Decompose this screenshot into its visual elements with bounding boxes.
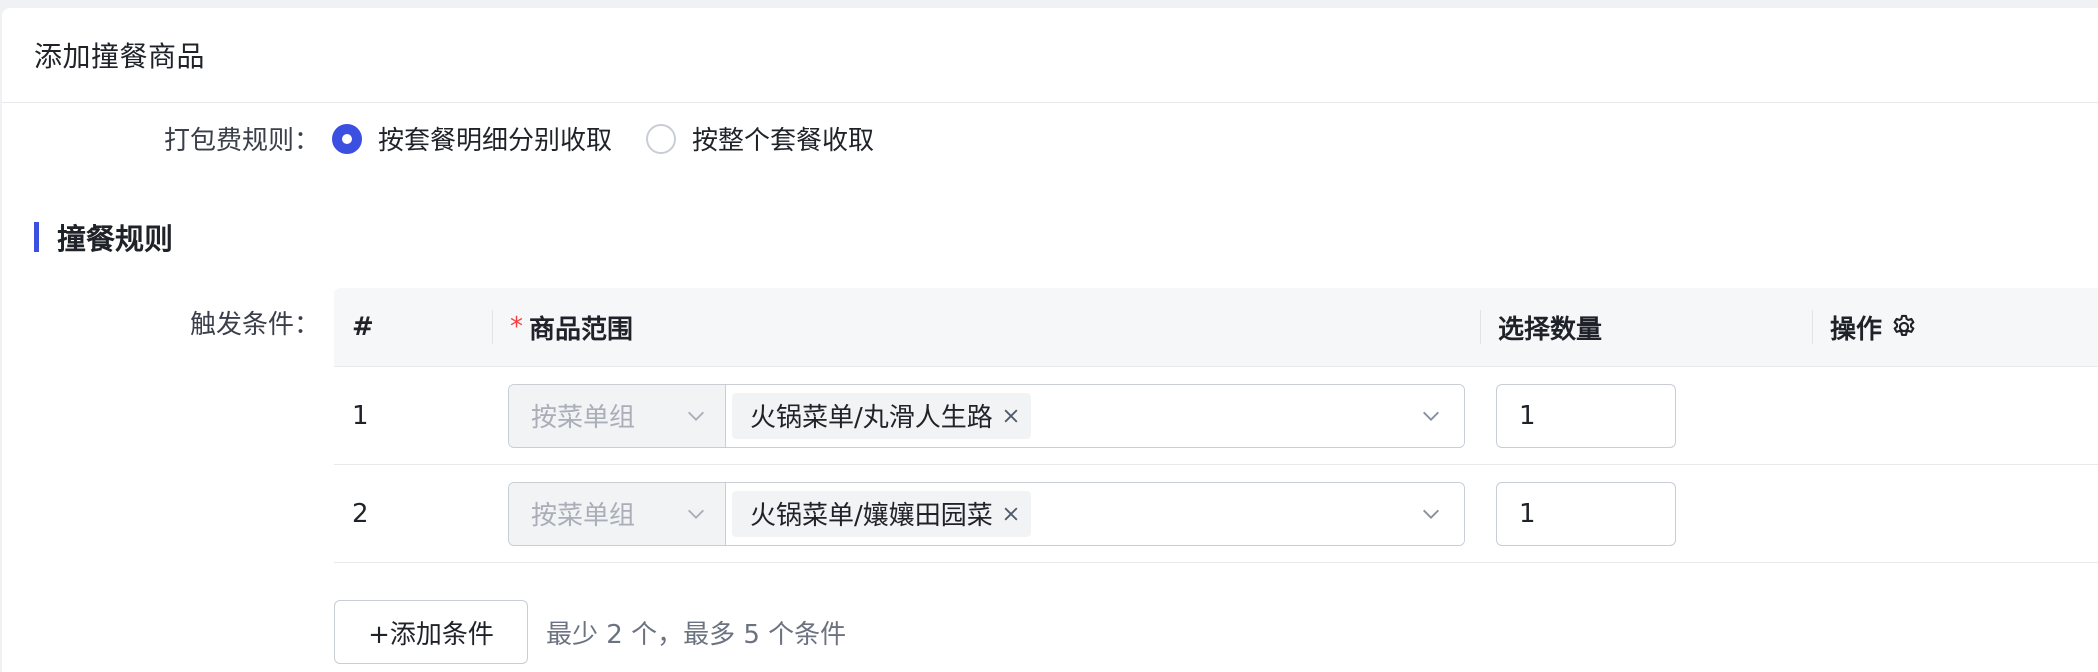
radio-unchecked-icon[interactable] [646,123,677,154]
range-type-value: 按菜单组 [531,403,636,433]
packing-fee-radio-group: 按套餐明细分别收取 按整个套餐收取 [332,120,908,157]
chevron-down-icon[interactable] [1420,405,1442,427]
trigger-label-row: 触发条件： [2,304,320,341]
section-title: 撞餐规则 [34,216,173,258]
quantity-input[interactable]: 1 [1496,383,1676,448]
condition-hint: 最少 2 个，最多 5 个条件 [546,619,847,650]
column-header-quantity: 选择数量 [1480,288,1812,366]
range-cell: 按菜单组 火锅菜单/丸滑人生路 [492,383,1480,448]
radio-label: 按套餐明细分别收取 [378,126,613,156]
table-header: # * 商品范围 选择数量 操作 [334,288,2098,367]
required-mark: * [510,312,523,342]
packing-fee-label: 打包费规则： [163,126,320,156]
range-type-select[interactable]: 按菜单组 [509,384,726,447]
add-combo-product-card: 添加撞餐商品 打包费规则： 按套餐明细分别收取 按整个套餐收取 撞餐规则 触发条… [2,8,2098,672]
column-header-operation: 操作 [1812,288,2098,366]
range-type-value: 按菜单组 [531,501,636,531]
row-index: 2 [352,498,369,529]
quantity-cell: 1 [1480,481,1812,546]
tag-label: 火锅菜单/孃孃田园菜 [750,501,993,531]
range-selector: 按菜单组 火锅菜单/孃孃田园菜 [508,481,1465,546]
trigger-label: 触发条件： [189,310,320,340]
add-condition-row: +添加条件 最少 2 个，最多 5 个条件 [334,600,846,664]
radio-option-per-item[interactable]: 按套餐明细分别收取 [332,120,612,157]
range-value-select[interactable]: 火锅菜单/丸滑人生路 [726,384,1464,447]
chevron-down-icon [688,411,704,421]
chevron-down-icon [688,509,704,519]
quantity-cell: 1 [1480,383,1812,448]
section-title-text: 撞餐规则 [57,222,174,256]
chevron-down-icon[interactable] [1420,503,1442,525]
range-selector: 按菜单组 火锅菜单/丸滑人生路 [508,383,1465,448]
page-title: 添加撞餐商品 [34,40,206,73]
card-header: 添加撞餐商品 [2,8,2098,103]
range-value-select[interactable]: 火锅菜单/孃孃田园菜 [726,482,1464,545]
selected-tag: 火锅菜单/孃孃田园菜 [732,490,1031,537]
column-header-index: # [352,312,374,342]
quantity-input[interactable]: 1 [1496,481,1676,546]
add-condition-button[interactable]: +添加条件 [334,600,528,664]
radio-option-whole-combo[interactable]: 按整个套餐收取 [646,120,874,157]
trigger-table: # * 商品范围 选择数量 操作 1 按菜单组 火锅菜单/丸滑人生路 1 2 按… [334,288,2098,563]
close-icon[interactable] [1001,406,1021,426]
radio-label: 按整个套餐收取 [692,126,875,156]
gear-icon[interactable] [1890,313,1918,341]
range-cell: 按菜单组 火锅菜单/孃孃田园菜 [492,481,1480,546]
section-accent-bar [34,222,39,252]
row-index: 1 [352,400,369,431]
packing-fee-row: 打包费规则： 按套餐明细分别收取 按整个套餐收取 [2,120,908,157]
range-type-select[interactable]: 按菜单组 [509,482,726,545]
column-header-operation-label: 操作 [1830,314,1883,345]
column-header-range: * 商品范围 [492,288,1480,366]
column-header-range-label: 商品范围 [529,314,634,345]
radio-checked-icon[interactable] [332,123,362,154]
selected-tag: 火锅菜单/丸滑人生路 [732,392,1031,439]
table-row: 1 按菜单组 火锅菜单/丸滑人生路 1 [334,367,2098,465]
tag-label: 火锅菜单/丸滑人生路 [750,403,993,433]
close-icon[interactable] [1001,504,1021,524]
table-row: 2 按菜单组 火锅菜单/孃孃田园菜 1 [334,465,2098,563]
